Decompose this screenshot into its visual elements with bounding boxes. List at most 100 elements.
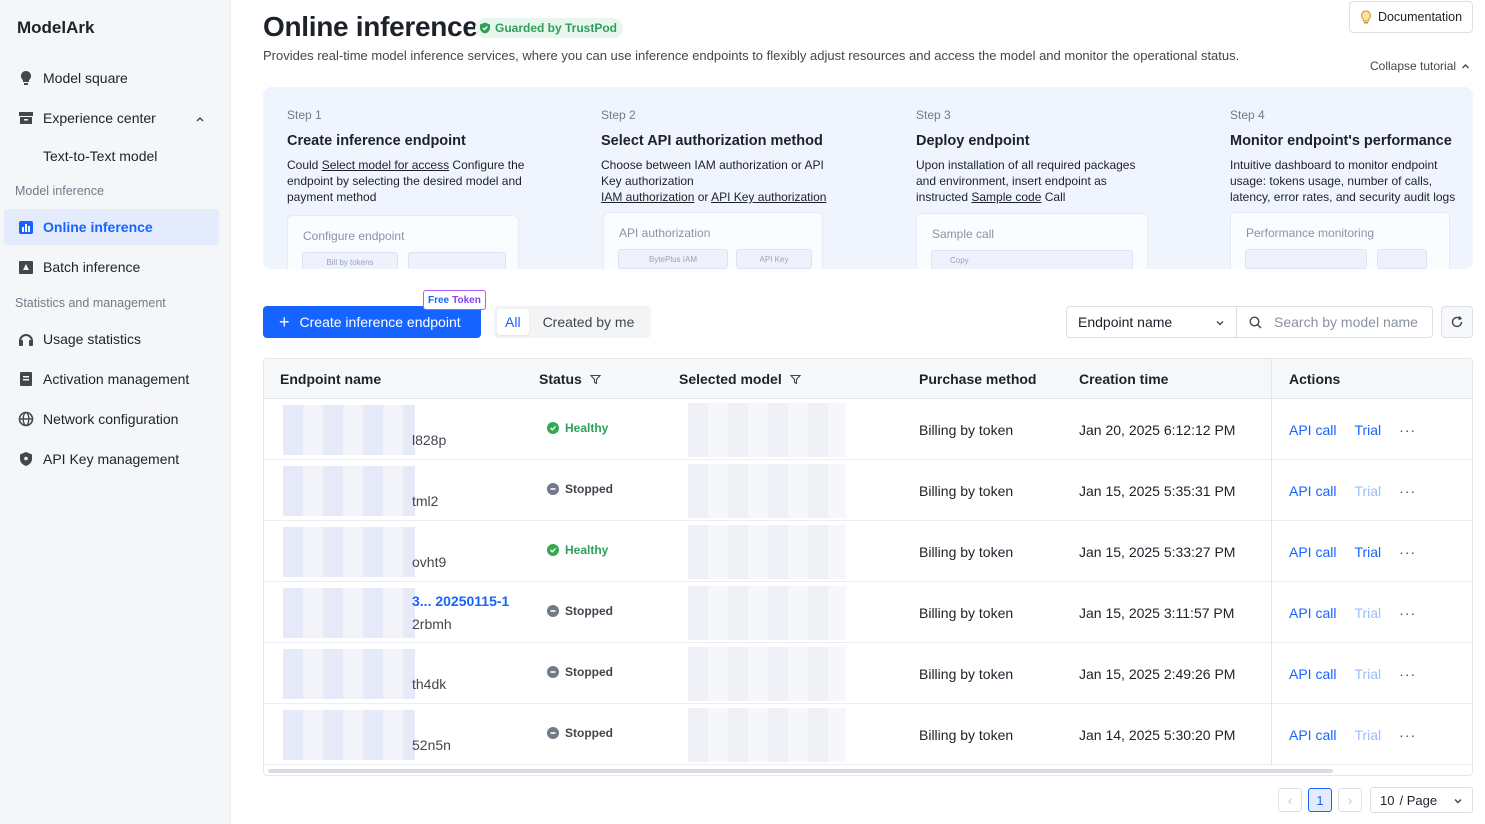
endpoint-id: th4dk	[412, 676, 447, 692]
purchase-method: Billing by token	[919, 726, 1014, 743]
preview-chip	[408, 252, 506, 269]
documentation-button[interactable]: Documentation	[1349, 1, 1473, 33]
more-actions-icon[interactable]: ···	[1399, 666, 1416, 682]
batch-icon	[17, 258, 35, 276]
column-header-label: Selected model	[679, 371, 782, 387]
table-row: th4dk Stopped Billing by token Jan 15, 2…	[264, 643, 1472, 704]
select-model-link[interactable]: Select model for access	[322, 158, 449, 172]
status-badge: Healthy	[547, 399, 608, 457]
step-title: Create inference endpoint	[287, 133, 466, 149]
search-field-select[interactable]: Endpoint name	[1066, 306, 1237, 338]
prev-page-button[interactable]: ‹	[1278, 788, 1302, 812]
more-actions-icon[interactable]: ···	[1399, 422, 1416, 438]
creation-time: Jan 15, 2025 2:49:26 PM	[1079, 665, 1236, 682]
sidebar-item-text-to-text-model[interactable]: Text-to-Text model	[4, 138, 219, 174]
api-call-link[interactable]: API call	[1289, 605, 1336, 621]
card-title: Configure endpoint	[303, 229, 405, 243]
page-size-select[interactable]: 10 / Page	[1370, 787, 1473, 813]
purchase-method: Billing by token	[919, 543, 1014, 560]
tab-created-by-me[interactable]: Created by me	[535, 309, 643, 335]
sidebar-item-api-key-management[interactable]: API Key management	[4, 441, 219, 477]
column-header-label: Status	[539, 371, 582, 387]
table-row: ovht9 Healthy Billing by token Jan 15, 2…	[264, 521, 1472, 582]
step-description: Could Select model for access Configure …	[287, 158, 525, 204]
api-call-link[interactable]: API call	[1289, 544, 1336, 560]
redacted-model-name	[688, 403, 846, 457]
sidebar-item-activation-management[interactable]: Activation management	[4, 361, 219, 397]
purchase-method: Billing by token	[919, 482, 1014, 499]
trial-link[interactable]: Trial	[1354, 605, 1381, 621]
trial-link[interactable]: Trial	[1354, 727, 1381, 743]
step-preview-card: Sample call Copy	[916, 213, 1148, 269]
tutorial-step-2: Step 2 Select API authorization method C…	[601, 87, 901, 269]
row-actions: API call Trial ···	[1289, 460, 1416, 521]
sidebar-item-model-square[interactable]: Model square	[4, 60, 219, 96]
trial-link[interactable]: Trial	[1354, 666, 1381, 682]
create-inference-endpoint-button[interactable]: + Create inference endpoint	[263, 306, 481, 338]
collapse-tutorial-link[interactable]: Collapse tutorial	[1370, 59, 1470, 73]
sidebar-item-experience-center[interactable]: Experience center	[4, 100, 219, 136]
iam-authorization-link[interactable]: IAM authorization	[601, 190, 694, 204]
more-actions-icon[interactable]: ···	[1399, 544, 1416, 560]
redacted-endpoint-name	[283, 710, 415, 760]
step-number: Step 3	[916, 108, 951, 122]
next-page-button[interactable]: ›	[1338, 788, 1362, 812]
filter-icon[interactable]	[589, 374, 601, 385]
trustpod-badge: Guarded by TrustPod	[475, 18, 624, 38]
row-actions: API call Trial ···	[1289, 704, 1416, 765]
sidebar-item-usage-statistics[interactable]: Usage statistics	[4, 321, 219, 357]
column-header-status[interactable]: Status	[539, 359, 601, 399]
row-actions: API call Trial ···	[1289, 643, 1416, 704]
status-badge: Stopped	[547, 582, 613, 640]
creation-time: Jan 15, 2025 5:35:31 PM	[1079, 482, 1236, 499]
api-call-link[interactable]: API call	[1289, 666, 1336, 682]
plus-icon: +	[279, 312, 290, 332]
page-number-button[interactable]: 1	[1308, 788, 1332, 812]
tutorial-step-4: Step 4 Monitor endpoint's performance In…	[1230, 87, 1473, 269]
step-description: Intuitive dashboard to monitor endpoint …	[1230, 158, 1456, 204]
api-call-link[interactable]: API call	[1289, 422, 1336, 438]
status-label: Healthy	[565, 421, 609, 435]
status-badge: Stopped	[547, 460, 613, 518]
column-header-endpoint-name: Endpoint name	[280, 371, 382, 387]
sidebar-item-batch-inference[interactable]: Batch inference	[4, 249, 219, 285]
status-badge: Stopped	[547, 704, 613, 762]
horizontal-scrollbar[interactable]	[268, 769, 1333, 773]
chevron-up-icon	[1462, 63, 1470, 68]
more-actions-icon[interactable]: ···	[1399, 727, 1416, 743]
search-input[interactable]: Search by model name	[1236, 306, 1433, 338]
sidebar: ModelArk Model square Experience center …	[0, 0, 231, 824]
refresh-button[interactable]	[1441, 306, 1473, 338]
fixed-column-divider	[1271, 359, 1272, 765]
api-key-authorization-link[interactable]: API Key authorization	[711, 190, 826, 204]
trial-link[interactable]: Trial	[1354, 544, 1381, 560]
more-actions-icon[interactable]: ···	[1399, 605, 1416, 621]
row-actions: API call Trial ···	[1289, 521, 1416, 582]
filter-icon[interactable]	[789, 374, 801, 385]
step-description: Choose between IAM authorization or API …	[601, 158, 827, 204]
purchase-method: Billing by token	[919, 665, 1014, 682]
endpoint-name-link[interactable]: 3... 20250115-1	[412, 593, 509, 609]
endpoint-id: 2rbmh	[412, 616, 452, 632]
step-number: Step 2	[601, 108, 636, 122]
step-preview-card: Performance monitoring	[1230, 212, 1450, 269]
shield-check-icon	[479, 22, 491, 34]
globe-icon	[17, 410, 35, 428]
more-actions-icon[interactable]: ···	[1399, 483, 1416, 499]
trial-link[interactable]: Trial	[1354, 422, 1381, 438]
tab-all[interactable]: All	[497, 309, 529, 335]
api-call-link[interactable]: API call	[1289, 727, 1336, 743]
sample-code-link[interactable]: Sample code	[971, 190, 1041, 204]
endpoint-id: ovht9	[412, 554, 447, 570]
api-call-link[interactable]: API call	[1289, 483, 1336, 499]
sidebar-item-network-configuration[interactable]: Network configuration	[4, 401, 219, 437]
column-header-purchase-method: Purchase method	[919, 371, 1037, 387]
stop-circle-icon	[547, 605, 559, 617]
redacted-model-name	[688, 647, 846, 701]
column-header-selected-model[interactable]: Selected model	[679, 359, 801, 399]
sidebar-item-label: Network configuration	[43, 411, 179, 427]
step-title: Monitor endpoint's performance	[1230, 133, 1452, 149]
sidebar-item-online-inference[interactable]: Online inference	[4, 209, 219, 245]
check-circle-icon	[547, 422, 559, 434]
trial-link[interactable]: Trial	[1354, 483, 1381, 499]
